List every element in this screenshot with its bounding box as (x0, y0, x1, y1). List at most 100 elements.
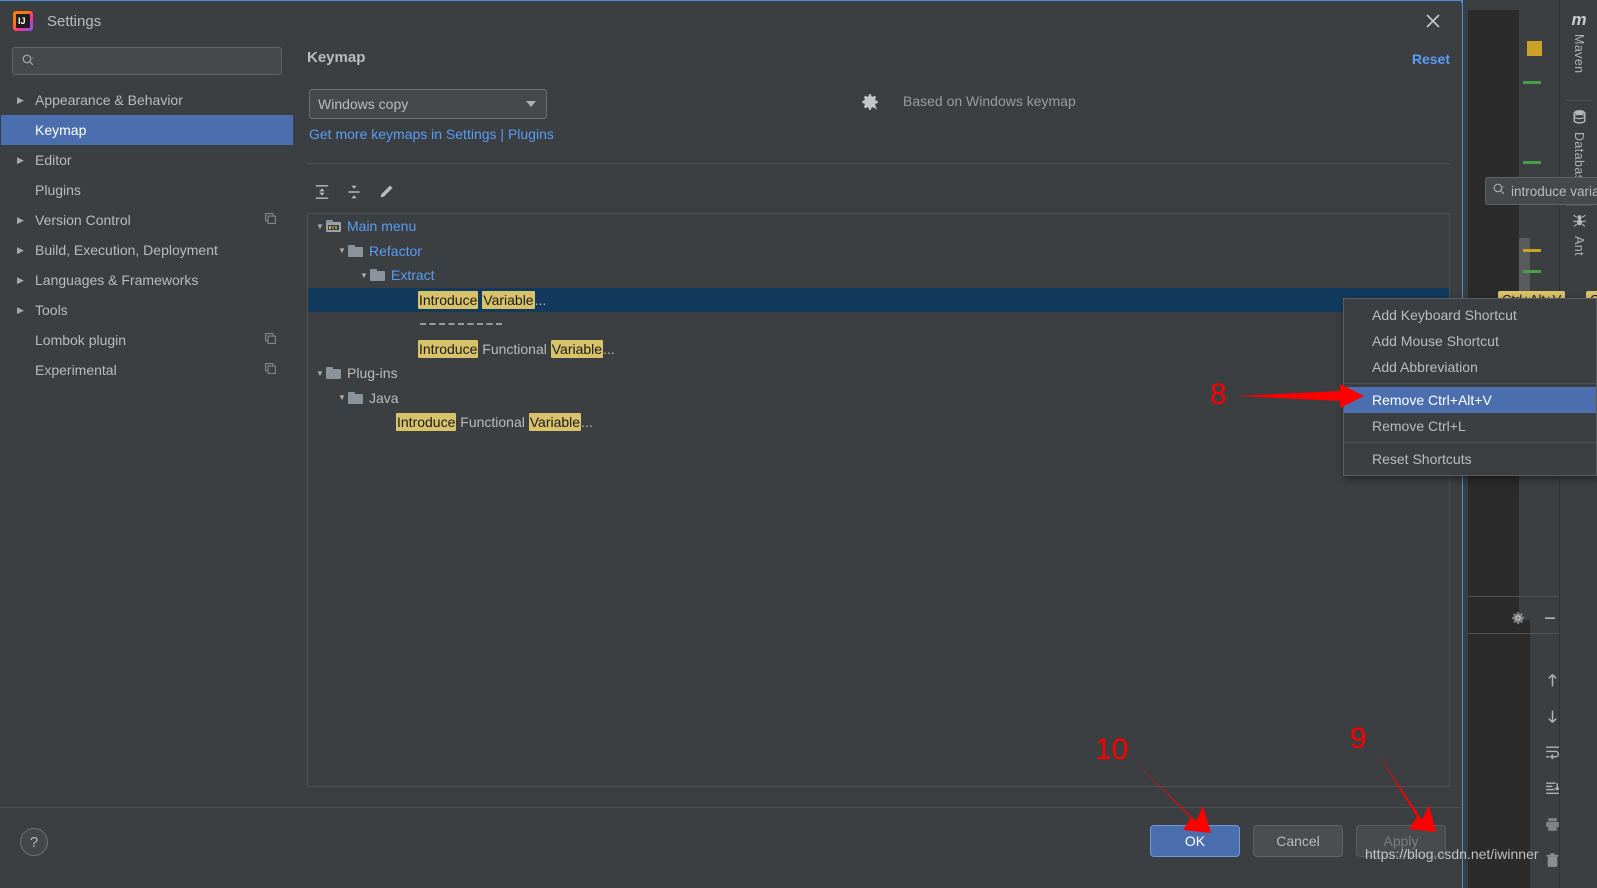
page-title: Keymap (307, 49, 366, 66)
sidebar-item-keymap[interactable]: ▶ Keymap (1, 115, 293, 145)
sidebar-item-plugins[interactable]: ▶ Plugins (1, 175, 293, 205)
copy-icon (264, 332, 277, 348)
dialog-title: Settings (47, 12, 102, 30)
settings-sidebar: ▶ Appearance & Behavior ▶ Keymap ▶ Edito… (1, 41, 293, 807)
tree-node-label: Refactor (369, 242, 422, 259)
arrow-up-icon[interactable] (1544, 672, 1561, 694)
close-icon[interactable] (1421, 9, 1445, 33)
dialog-button-bar: ? OK Cancel Apply (0, 807, 1461, 888)
keymap-panel: Keymap Reset Windows copy Based on Windo… (293, 41, 1597, 807)
chevron-down-icon[interactable]: ▼ (336, 393, 348, 402)
cancel-button[interactable]: Cancel (1253, 825, 1343, 857)
menu-item-remove-ctrl-l[interactable]: Remove Ctrl+L (1344, 413, 1596, 439)
tree-node-label-tail: ... (603, 340, 615, 357)
sidebar-item-build-execution-deployment[interactable]: ▶ Build, Execution, Deployment (1, 235, 293, 265)
search-icon (1492, 182, 1506, 201)
ant-icon (1571, 212, 1588, 232)
menu-item-add-mouse-shortcut[interactable]: Add Mouse Shortcut (1344, 328, 1596, 354)
settings-search-box[interactable] (12, 47, 282, 75)
trash-icon[interactable] (1544, 852, 1561, 874)
annotation-number-9: 9 (1350, 722, 1367, 755)
expand-all-icon[interactable] (309, 179, 335, 205)
keymap-search-box[interactable]: ✕ (1485, 177, 1597, 205)
sidebar-item-experimental[interactable]: ▶ Experimental (1, 355, 293, 385)
sidebar-item-version-control[interactable]: ▶ Version Control (1, 205, 293, 235)
sidebar-item-label: Editor (35, 152, 72, 168)
collapse-all-icon[interactable] (341, 179, 367, 205)
chevron-right-icon[interactable]: ▶ (17, 215, 31, 226)
chevron-right-icon[interactable]: ▶ (17, 155, 31, 166)
keymap-select-value: Windows copy (318, 96, 409, 112)
tree-row[interactable]: ▼ Plug-ins (308, 361, 1449, 386)
edit-pencil-icon[interactable] (373, 179, 399, 205)
editor-marker-green (1523, 81, 1541, 84)
gear-icon[interactable] (1510, 610, 1526, 631)
menu-item-reset-shortcuts[interactable]: Reset Shortcuts (1344, 446, 1596, 472)
minimize-icon[interactable] (1542, 610, 1558, 631)
sidebar-item-label: Experimental (35, 362, 117, 378)
reset-link[interactable]: Reset (1412, 51, 1450, 67)
watermark: https://blog.csdn.net/iwinner (1365, 846, 1539, 862)
settings-dialog: IJ Settings ▶ Appearance & Behavior Keym… (0, 0, 1597, 888)
get-more-keymaps-link[interactable]: Get more keymaps in Settings | Plugins (309, 126, 554, 142)
tree-row[interactable]: ▼ Main menu (308, 214, 1449, 239)
menu-separator (1344, 383, 1596, 384)
keymap-select[interactable]: Windows copy (309, 89, 547, 119)
sidebar-item-tools[interactable]: ▶ Tools (1, 295, 293, 325)
chevron-down-icon[interactable]: ▼ (336, 246, 348, 255)
chevron-down-icon[interactable]: ▼ (314, 222, 326, 231)
search-icon (21, 53, 35, 70)
chevron-down-icon[interactable]: ▼ (314, 369, 326, 378)
ok-button[interactable]: OK (1150, 825, 1240, 857)
tree-row[interactable]: ▼ Refactor (308, 239, 1449, 264)
sidebar-item-appearance-behavior[interactable]: ▶ Appearance & Behavior (1, 85, 293, 115)
tree-node-label-mid: Functional (478, 340, 551, 357)
console-top-toolbar (1480, 607, 1558, 633)
menu-item-remove-ctrl-alt-v[interactable]: Remove Ctrl+Alt+V (1344, 387, 1596, 413)
tree-node-label-match: Introduce (418, 290, 479, 309)
sidebar-item-label: Keymap (35, 122, 87, 138)
chevron-right-icon[interactable]: ▶ (17, 305, 31, 316)
copy-icon (264, 362, 277, 378)
print-icon[interactable] (1544, 816, 1561, 838)
main-menu-folder-icon (326, 220, 341, 233)
folder-icon (326, 367, 341, 380)
dialog-titlebar: IJ Settings (0, 1, 1461, 41)
chevron-down-icon[interactable]: ▼ (358, 271, 370, 280)
sidebar-item-label: Tools (35, 302, 68, 318)
keymap-based-on-label: Based on Windows keymap (903, 93, 1076, 109)
gear-icon[interactable] (859, 91, 883, 115)
tree-row-plugin-introduce-functional-variable[interactable]: Introduce Functional Variable ... (308, 410, 1449, 435)
sidebar-item-label: Version Control (35, 212, 131, 228)
settings-search-input[interactable] (41, 53, 273, 69)
sidebar-item-lombok-plugin[interactable]: ▶ Lombok plugin (1, 325, 293, 355)
chevron-right-icon[interactable]: ▶ (17, 275, 31, 286)
tool-window-maven[interactable]: m Maven (1560, 10, 1597, 74)
tree-node-label: Extract (391, 267, 435, 284)
soft-wrap-icon[interactable] (1544, 744, 1561, 766)
tree-row[interactable]: ▼ Extract (308, 263, 1449, 288)
tree-row-introduce-functional-variable[interactable]: Introduce Functional Variable ... (308, 337, 1449, 362)
tool-window-ant[interactable]: Ant (1560, 212, 1597, 256)
annotation-number-10: 10 (1095, 733, 1129, 766)
menu-item-add-keyboard-shortcut[interactable]: Add Keyboard Shortcut (1344, 302, 1596, 328)
sidebar-item-editor[interactable]: ▶ Editor (1, 145, 293, 175)
editor-marker-warning (1527, 41, 1542, 56)
arrow-down-icon[interactable] (1544, 708, 1561, 730)
folder-icon (370, 269, 385, 282)
help-button[interactable]: ? (20, 828, 48, 856)
chevron-right-icon[interactable]: ▶ (17, 95, 31, 106)
editor-marker-yellow (1523, 249, 1541, 252)
tree-node-label-match: Variable (482, 290, 535, 309)
chevron-right-icon[interactable]: ▶ (17, 245, 31, 256)
tree-row-introduce-variable[interactable]: Introduce Variable ... Ctrl+Alt+V Ctrl+L (308, 287, 1597, 312)
menu-item-add-abbreviation[interactable]: Add Abbreviation (1344, 354, 1596, 380)
tree-row[interactable]: ▼ Java (308, 386, 1449, 411)
maven-icon: m (1571, 10, 1587, 29)
keymap-tree[interactable]: ▼ Main menu ▼ Refactor ▼ Extract Introdu… (307, 213, 1597, 787)
sidebar-item-languages-frameworks[interactable]: ▶ Languages & Frameworks (1, 265, 293, 295)
scroll-to-end-icon[interactable] (1544, 780, 1561, 802)
copy-icon (264, 212, 277, 228)
tool-window-label: Ant (1572, 236, 1586, 256)
keymap-search-input[interactable] (1511, 183, 1597, 199)
